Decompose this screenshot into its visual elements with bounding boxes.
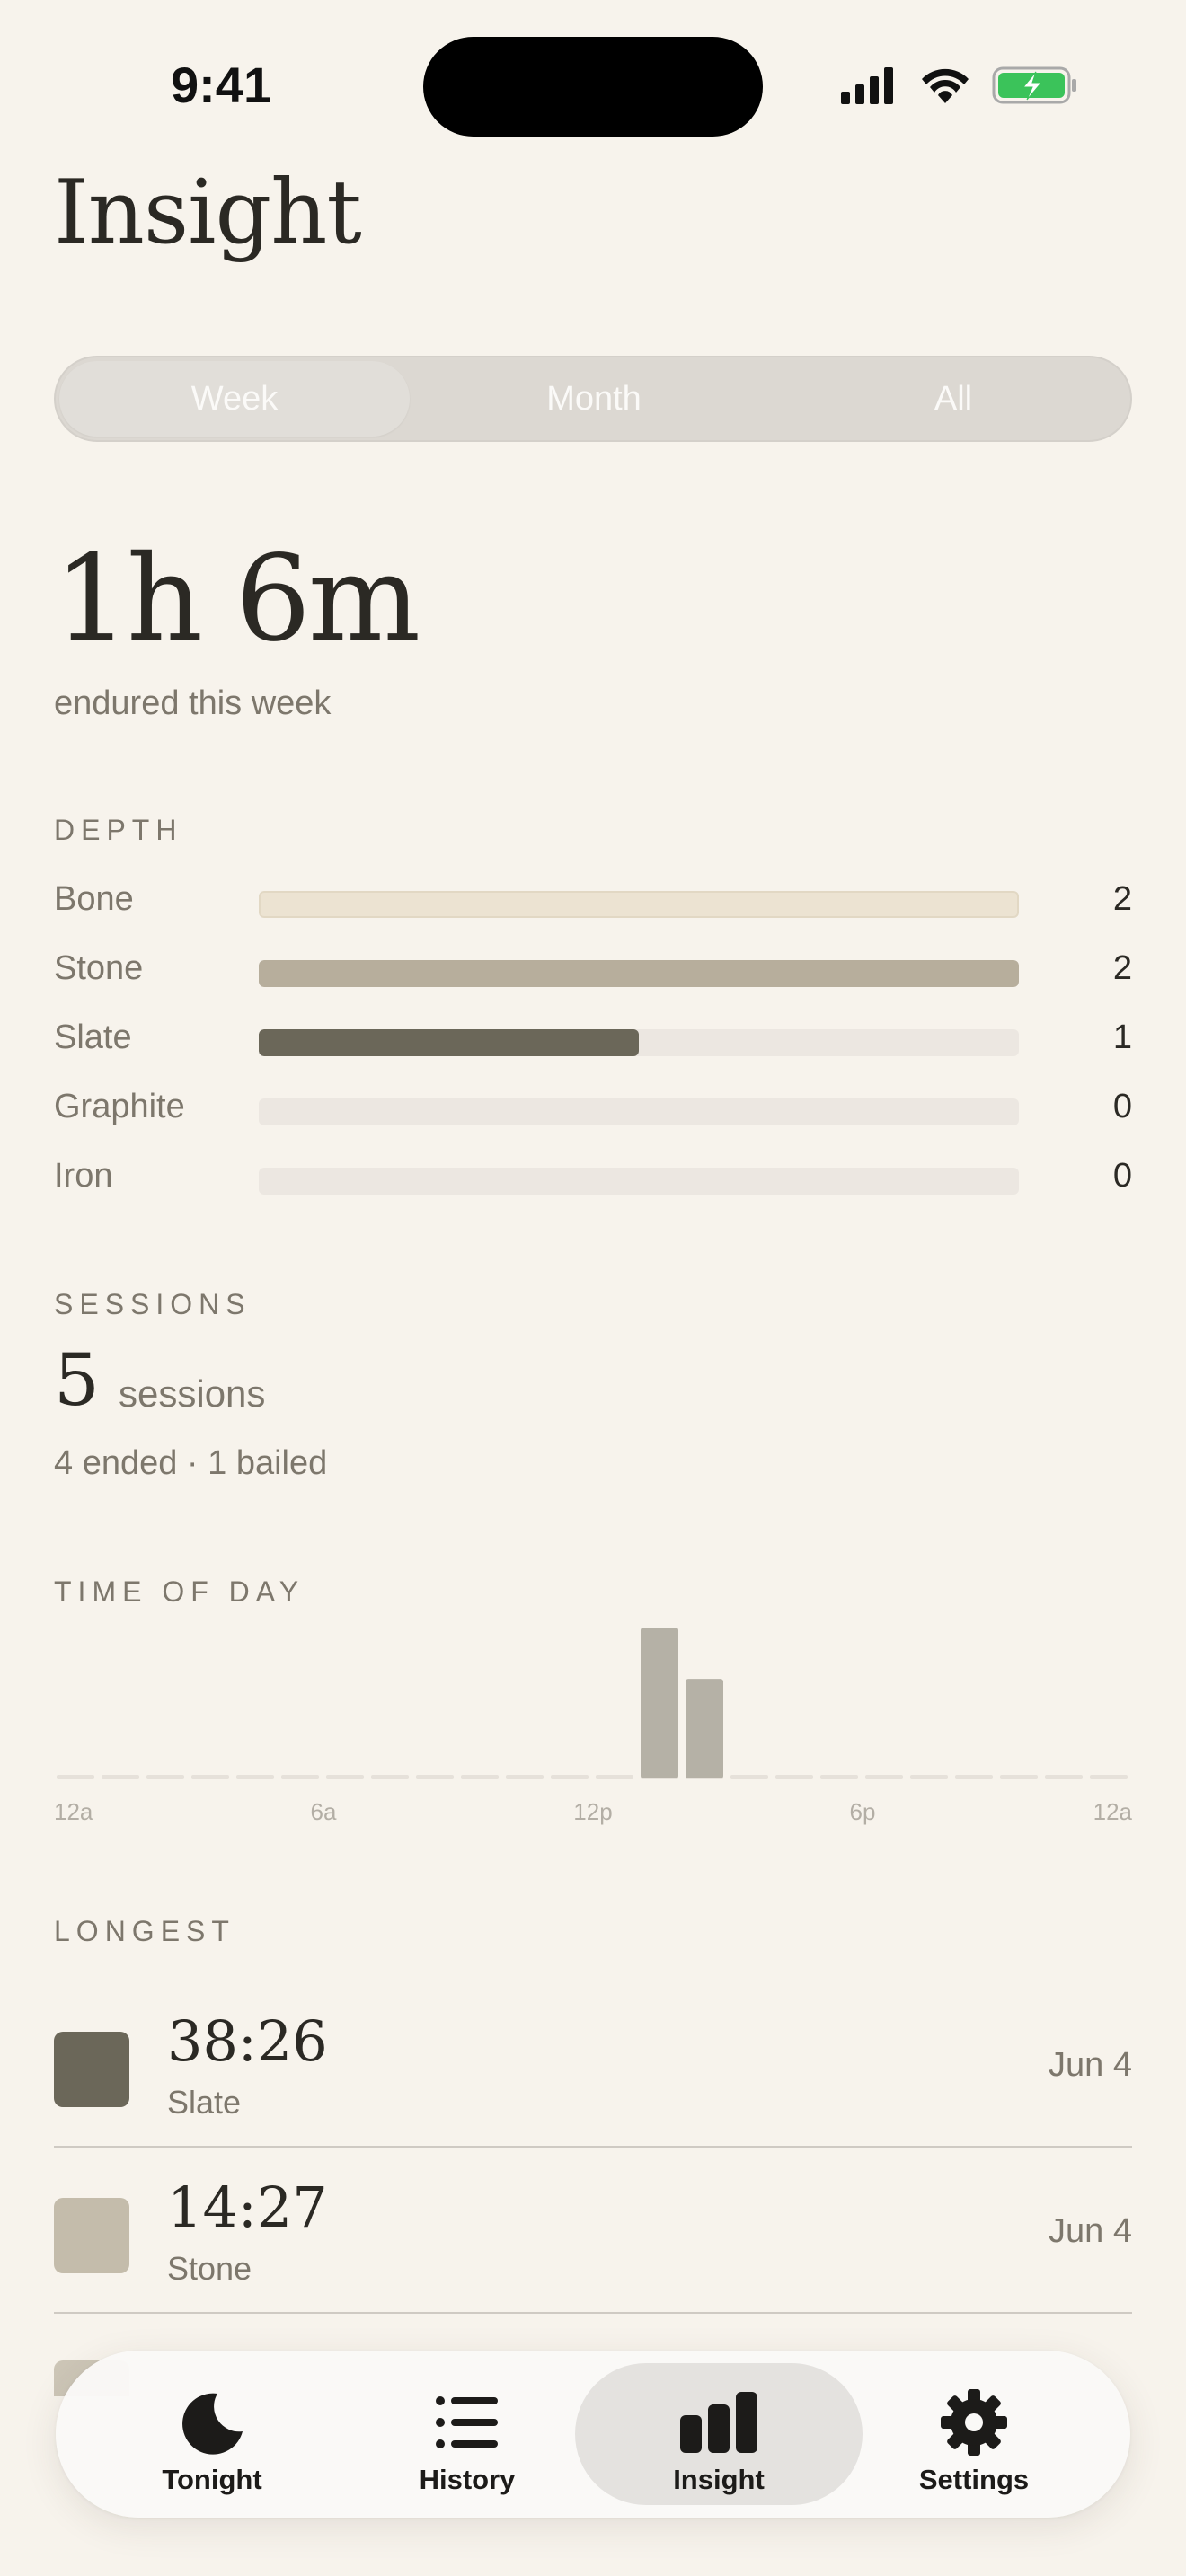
time-tick-label: 12a <box>54 1798 93 1825</box>
baseline-segment <box>506 1775 544 1779</box>
sessions-word: sessions <box>119 1372 266 1415</box>
baseline-segment <box>57 1775 94 1779</box>
tab-label: Insight <box>673 2464 765 2495</box>
baseline-segment <box>551 1775 589 1779</box>
depth-name: Stone <box>54 949 144 987</box>
depth-swatch <box>54 2198 129 2273</box>
baseline-segment <box>326 1775 364 1779</box>
depth-row: Graphite 0 <box>54 1082 1132 1136</box>
longest-item[interactable]: 38:26 Slate Jun 4 <box>54 1981 1132 2148</box>
longest-date: Jun 4 <box>1049 2046 1132 2084</box>
wifi-icon <box>922 68 969 103</box>
range-segmented-control: Week Month All <box>54 356 1132 442</box>
baseline-segment <box>955 1775 993 1779</box>
sessions-detail: 4 ended · 1 bailed <box>54 1444 328 1482</box>
tab-label: Settings <box>918 2464 1030 2495</box>
depth-count: 2 <box>1112 949 1132 987</box>
tab-label: History <box>419 2464 516 2495</box>
depth-count: 2 <box>1112 880 1132 918</box>
depth-name: Bone <box>54 880 134 918</box>
time-tick-label: 12p <box>573 1798 612 1825</box>
status-icons <box>841 66 1076 104</box>
time-of-day-bar <box>686 1679 723 1778</box>
longest-section-label: LONGEST <box>54 1915 235 1947</box>
time-tick-label: 12a <box>1093 1798 1132 1825</box>
tab-insight[interactable]: Insight <box>575 2363 863 2505</box>
depth-bar-fill <box>259 891 1019 918</box>
baseline-segment <box>191 1775 229 1779</box>
baseline-segment <box>236 1775 274 1779</box>
depth-bar-track <box>259 1029 1019 1056</box>
baseline-segment <box>865 1775 903 1779</box>
tab-bar: Tonight History Insight Settings <box>56 2351 1130 2518</box>
depth-count: 0 <box>1112 1088 1132 1125</box>
total-duration: 1h 6m <box>54 530 420 668</box>
battery-icon <box>992 66 1076 104</box>
baseline-segment <box>461 1775 499 1779</box>
baseline-segment <box>102 1775 139 1779</box>
longest-duration: 38:26 <box>167 2008 328 2074</box>
time-of-day-label: TIME OF DAY <box>54 1575 305 1608</box>
page-title: Insight <box>54 162 362 264</box>
depth-row: Bone 2 <box>54 875 1132 929</box>
baseline-segment <box>730 1775 768 1779</box>
status-time: 9:41 <box>171 57 272 113</box>
gear-icon <box>941 2389 1007 2456</box>
baseline-segment <box>1045 1775 1083 1779</box>
depth-bar-track <box>259 1168 1019 1195</box>
longest-depth: Stone <box>167 2250 252 2287</box>
baseline-segment <box>371 1775 409 1779</box>
depth-bar-track <box>259 1098 1019 1125</box>
signal-icon <box>841 67 893 104</box>
longest-date: Jun 4 <box>1049 2212 1132 2250</box>
depth-name: Graphite <box>54 1088 185 1125</box>
depth-count: 0 <box>1112 1157 1132 1195</box>
segment-week[interactable]: Week <box>59 361 410 437</box>
baseline-segment <box>1000 1775 1038 1779</box>
time-tick-label: 6a <box>311 1798 337 1825</box>
baseline-segment <box>820 1775 858 1779</box>
longest-duration: 14:27 <box>167 2175 328 2240</box>
segment-all[interactable]: All <box>778 361 1128 437</box>
depth-name: Slate <box>54 1019 132 1056</box>
tab-settings[interactable]: Settings <box>830 2363 1118 2505</box>
baseline-segment <box>775 1775 813 1779</box>
tab-history[interactable]: History <box>323 2363 611 2505</box>
tab-tonight[interactable]: Tonight <box>68 2363 356 2505</box>
depth-row: Stone 2 <box>54 944 1132 998</box>
depth-bar-track <box>259 891 1019 918</box>
segment-month[interactable]: Month <box>419 361 769 437</box>
bar-chart-icon <box>680 2392 757 2453</box>
depth-bar-fill <box>259 960 1019 987</box>
baseline-segment <box>281 1775 319 1779</box>
baseline-segment <box>596 1775 633 1779</box>
depth-bar-fill <box>259 1029 639 1056</box>
baseline-segment <box>1090 1775 1128 1779</box>
baseline-segment <box>146 1775 184 1779</box>
dynamic-island <box>423 37 763 137</box>
depth-bar-track <box>259 960 1019 987</box>
longest-item[interactable]: 14:27 Stone Jun 4 <box>54 2148 1132 2314</box>
time-tick-label: 6p <box>850 1798 876 1825</box>
moon-icon <box>182 2393 243 2455</box>
depth-count: 1 <box>1112 1019 1132 1056</box>
depth-swatch <box>54 2032 129 2107</box>
tab-label: Tonight <box>162 2464 262 2495</box>
depth-row: Slate 1 <box>54 1013 1132 1067</box>
sessions-count: 5 <box>54 1338 100 1422</box>
list-icon <box>436 2396 498 2448</box>
longest-depth: Slate <box>167 2084 242 2121</box>
baseline-segment <box>910 1775 948 1779</box>
depth-section-label: DEPTH <box>54 814 183 846</box>
time-of-day-bar <box>641 1628 678 1778</box>
baseline-segment <box>416 1775 454 1779</box>
depth-name: Iron <box>54 1157 113 1195</box>
sessions-section-label: SESSIONS <box>54 1288 252 1320</box>
total-caption: endured this week <box>54 684 332 722</box>
depth-row: Iron 0 <box>54 1151 1132 1205</box>
time-of-day-chart: 12a 6a 12p 6p 12a <box>54 1628 1132 1825</box>
